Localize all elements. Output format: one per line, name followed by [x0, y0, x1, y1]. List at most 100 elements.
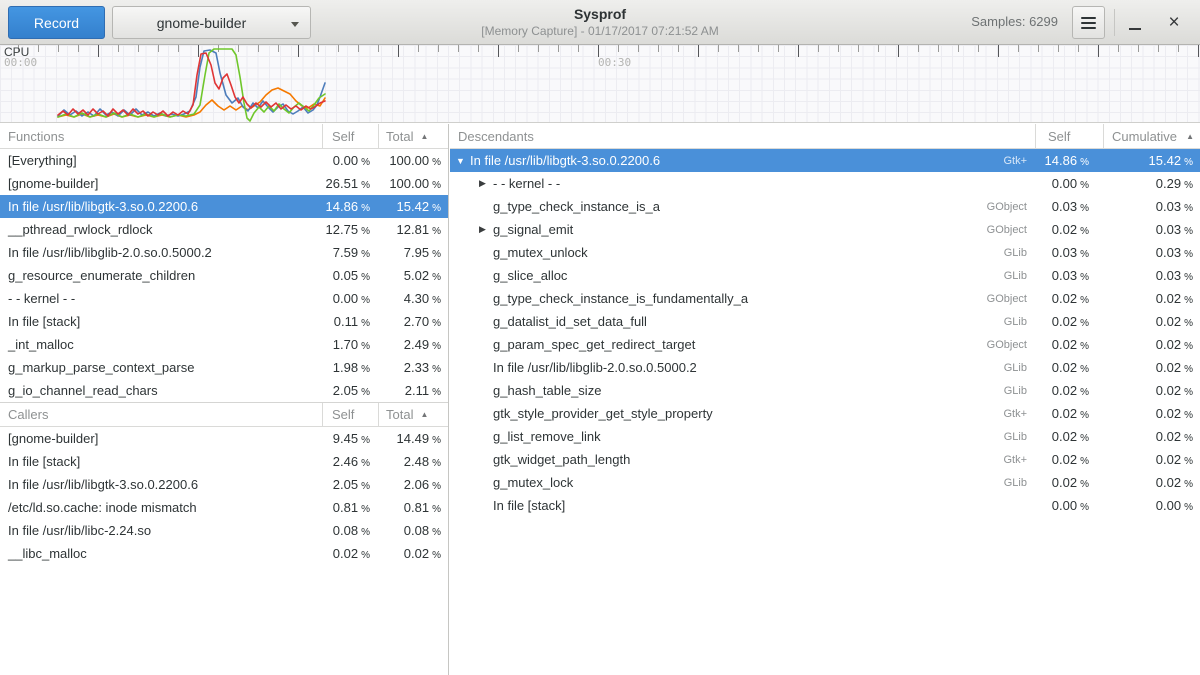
- percent-value: 0.00: [333, 153, 358, 168]
- table-row[interactable]: In file /usr/lib/libglib-2.0.so.0.5000.2…: [450, 356, 1200, 379]
- cumulative-value: 0.03%: [1103, 268, 1200, 283]
- table-row[interactable]: [gnome-builder]26.51%100.00%: [0, 172, 448, 195]
- table-row[interactable]: g_type_check_instance_is_fundamentally_a…: [450, 287, 1200, 310]
- percent-value: 0.02: [1156, 383, 1181, 398]
- table-row[interactable]: In file [stack]0.11%2.70%: [0, 310, 448, 333]
- table-row[interactable]: g_slice_allocGLib0.03%0.03%: [450, 264, 1200, 287]
- table-row[interactable]: ▶g_signal_emitGObject0.02%0.03%: [450, 218, 1200, 241]
- table-row[interactable]: g_markup_parse_context_parse1.98%2.33%: [0, 356, 448, 379]
- percent-value: 1.70: [333, 337, 358, 352]
- table-row[interactable]: - - kernel - -0.00%4.30%: [0, 287, 448, 310]
- cumulative-value: 0.00%: [1103, 498, 1200, 513]
- percent-value: 0.02: [1156, 360, 1181, 375]
- function-name-label: g_mutex_lock: [493, 475, 573, 490]
- table-row[interactable]: g_resource_enumerate_children0.05%5.02%: [0, 264, 448, 287]
- total-column-header[interactable]: Total ▲: [378, 124, 448, 148]
- table-row[interactable]: In file [stack]0.00%0.00%: [450, 494, 1200, 517]
- minimize-button[interactable]: [1122, 6, 1148, 39]
- percent-sign: %: [361, 435, 370, 446]
- table-row[interactable]: g_param_spec_get_redirect_targetGObject0…: [450, 333, 1200, 356]
- total-column-header[interactable]: Total ▲: [378, 403, 448, 426]
- function-name: [gnome-builder]: [0, 431, 322, 446]
- self-column-header[interactable]: Self: [322, 403, 378, 426]
- self-value: 0.08%: [322, 523, 378, 538]
- table-row[interactable]: __libc_malloc0.02%0.02%: [0, 542, 448, 565]
- function-name-label: g_param_spec_get_redirect_target: [493, 337, 695, 352]
- percent-value: 2.06: [404, 477, 429, 492]
- process-selector[interactable]: gnome-builder: [112, 6, 311, 39]
- percent-value: 2.70: [404, 314, 429, 329]
- table-row[interactable]: In file /usr/lib/libgtk-3.so.0.2200.614.…: [0, 195, 448, 218]
- percent-sign: %: [432, 341, 441, 352]
- self-value: 1.98%: [322, 360, 378, 375]
- percent-value: 26.51: [326, 176, 359, 191]
- table-row[interactable]: [gnome-builder]9.45%14.49%: [0, 427, 448, 450]
- table-row[interactable]: gtk_widget_path_lengthGtk+0.02%0.02%: [450, 448, 1200, 471]
- table-row[interactable]: In file [stack]2.46%2.48%: [0, 450, 448, 473]
- table-row[interactable]: g_type_check_instance_is_aGObject0.03%0.…: [450, 195, 1200, 218]
- library-tag: Gtk+: [1003, 155, 1035, 167]
- percent-sign: %: [361, 341, 370, 352]
- percent-sign: %: [1080, 318, 1089, 329]
- library-tag: GLib: [1004, 270, 1035, 282]
- library-tag: GObject: [987, 339, 1035, 351]
- samples-count: Samples: 6299: [971, 14, 1058, 29]
- table-row[interactable]: __pthread_rwlock_rdlock12.75%12.81%: [0, 218, 448, 241]
- table-row[interactable]: In file /usr/lib/libgtk-3.so.0.2200.62.0…: [0, 473, 448, 496]
- table-row[interactable]: g_mutex_lockGLib0.02%0.02%: [450, 471, 1200, 494]
- table-row[interactable]: [Everything]0.00%100.00%: [0, 149, 448, 172]
- expand-arrow-icon[interactable]: ▶: [479, 224, 493, 235]
- callers-column-header[interactable]: Callers: [0, 407, 322, 422]
- percent-sign: %: [1184, 180, 1193, 191]
- table-row[interactable]: g_datalist_id_set_data_fullGLib0.02%0.02…: [450, 310, 1200, 333]
- collapse-arrow-icon[interactable]: ▼: [456, 156, 470, 166]
- table-row[interactable]: ▼In file /usr/lib/libgtk-3.so.0.2200.6Gt…: [450, 149, 1200, 172]
- table-row[interactable]: g_hash_table_sizeGLib0.02%0.02%: [450, 379, 1200, 402]
- self-value: 14.86%: [322, 199, 378, 214]
- table-row[interactable]: In file /usr/lib/libc-2.24.so0.08%0.08%: [0, 519, 448, 542]
- descendants-column-header[interactable]: Descendants: [450, 129, 1035, 144]
- table-row[interactable]: g_mutex_unlockGLib0.03%0.03%: [450, 241, 1200, 264]
- function-name-label: - - kernel - -: [493, 176, 560, 191]
- close-button[interactable]: ×: [1160, 6, 1188, 39]
- percent-sign: %: [1080, 157, 1089, 168]
- cumulative-value: 0.02%: [1103, 475, 1200, 490]
- percent-value: 14.49: [397, 431, 430, 446]
- sort-ascending-icon: ▲: [420, 410, 428, 419]
- table-row[interactable]: g_list_remove_linkGLib0.02%0.02%: [450, 425, 1200, 448]
- self-column-header[interactable]: Self: [322, 124, 378, 148]
- percent-sign: %: [361, 550, 370, 561]
- functions-column-header[interactable]: Functions: [0, 129, 322, 144]
- self-value: 0.02%: [1035, 314, 1103, 329]
- expand-arrow-icon[interactable]: ▶: [479, 178, 493, 189]
- percent-sign: %: [361, 203, 370, 214]
- percent-value: 0.11: [334, 314, 358, 329]
- library-tag: Gtk+: [1003, 408, 1035, 420]
- library-tag: GLib: [1004, 385, 1035, 397]
- total-value: 100.00%: [378, 153, 448, 168]
- table-row[interactable]: g_io_channel_read_chars2.05%2.11%: [0, 379, 448, 402]
- table-row[interactable]: gtk_style_provider_get_style_propertyGtk…: [450, 402, 1200, 425]
- function-name: g_param_spec_get_redirect_target: [450, 337, 987, 352]
- percent-value: 0.02: [333, 546, 358, 561]
- percent-sign: %: [361, 504, 370, 515]
- table-row[interactable]: _int_malloc1.70%2.49%: [0, 333, 448, 356]
- cpu-timeline-graph[interactable]: CPU 00:00 00:30: [0, 45, 1200, 123]
- menu-button[interactable]: [1072, 6, 1105, 39]
- cumulative-column-header[interactable]: Cumulative ▲: [1103, 124, 1200, 148]
- table-row[interactable]: In file /usr/lib/libglib-2.0.so.0.5000.2…: [0, 241, 448, 264]
- self-column-header[interactable]: Self: [1035, 124, 1103, 148]
- self-value: 0.02%: [1035, 222, 1103, 237]
- percent-sign: %: [432, 527, 441, 538]
- table-row[interactable]: /etc/ld.so.cache: inode mismatch0.81%0.8…: [0, 496, 448, 519]
- percent-sign: %: [1080, 410, 1089, 421]
- self-value: 0.11%: [322, 314, 378, 329]
- record-button[interactable]: Record: [8, 6, 105, 39]
- percent-value: 2.33: [404, 360, 429, 375]
- percent-value: 2.46: [333, 454, 358, 469]
- percent-value: 7.95: [404, 245, 429, 260]
- percent-sign: %: [361, 527, 370, 538]
- headerbar: Record gnome-builder Sysprof [Memory Cap…: [0, 0, 1200, 45]
- table-row[interactable]: ▶- - kernel - -0.00%0.29%: [450, 172, 1200, 195]
- function-name: g_datalist_id_set_data_full: [450, 314, 1004, 329]
